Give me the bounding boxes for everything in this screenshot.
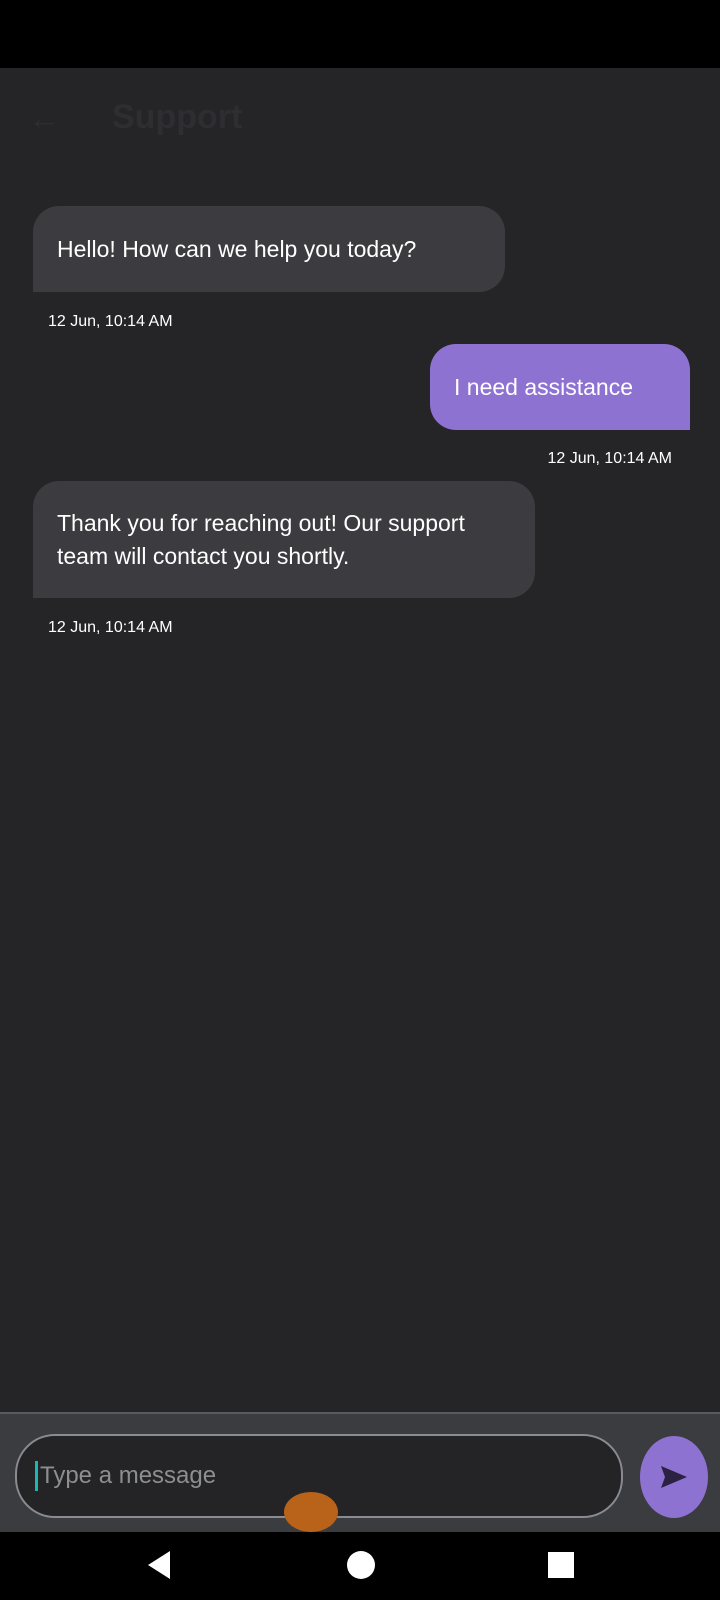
message-bubble-incoming: Hello! How can we help you today? xyxy=(33,206,505,292)
system-navigation-bar xyxy=(0,1532,720,1600)
back-arrow-icon[interactable]: ← xyxy=(28,100,60,137)
message-input-placeholder: Type a message xyxy=(40,1462,217,1489)
message-text: I need assistance xyxy=(454,373,634,400)
send-button[interactable] xyxy=(640,1436,708,1518)
nav-home-icon[interactable] xyxy=(346,1550,376,1580)
nav-back-icon[interactable] xyxy=(146,1550,172,1580)
message-bubble-outgoing: I need assistance xyxy=(430,344,690,430)
message-text: Hello! How can we help you today? xyxy=(57,235,417,262)
send-icon xyxy=(661,1466,687,1488)
message-timestamp: 12 Jun, 10:14 AM xyxy=(547,450,672,467)
nav-recents-icon[interactable] xyxy=(548,1552,574,1578)
message-timestamp: 12 Jun, 10:14 AM xyxy=(48,619,173,636)
screen-recording-indicator xyxy=(284,1492,338,1532)
text-cursor xyxy=(35,1461,38,1491)
status-bar xyxy=(0,0,720,68)
page-title: Support xyxy=(112,98,243,136)
header: ← Support xyxy=(0,68,720,168)
message-composer: Type a message xyxy=(0,1412,720,1532)
message-bubble-incoming: Thank you for reaching out! Our support … xyxy=(33,481,535,598)
message-timestamp: 12 Jun, 10:14 AM xyxy=(48,313,173,330)
message-text: Thank you for reaching out! Our support … xyxy=(57,509,465,569)
